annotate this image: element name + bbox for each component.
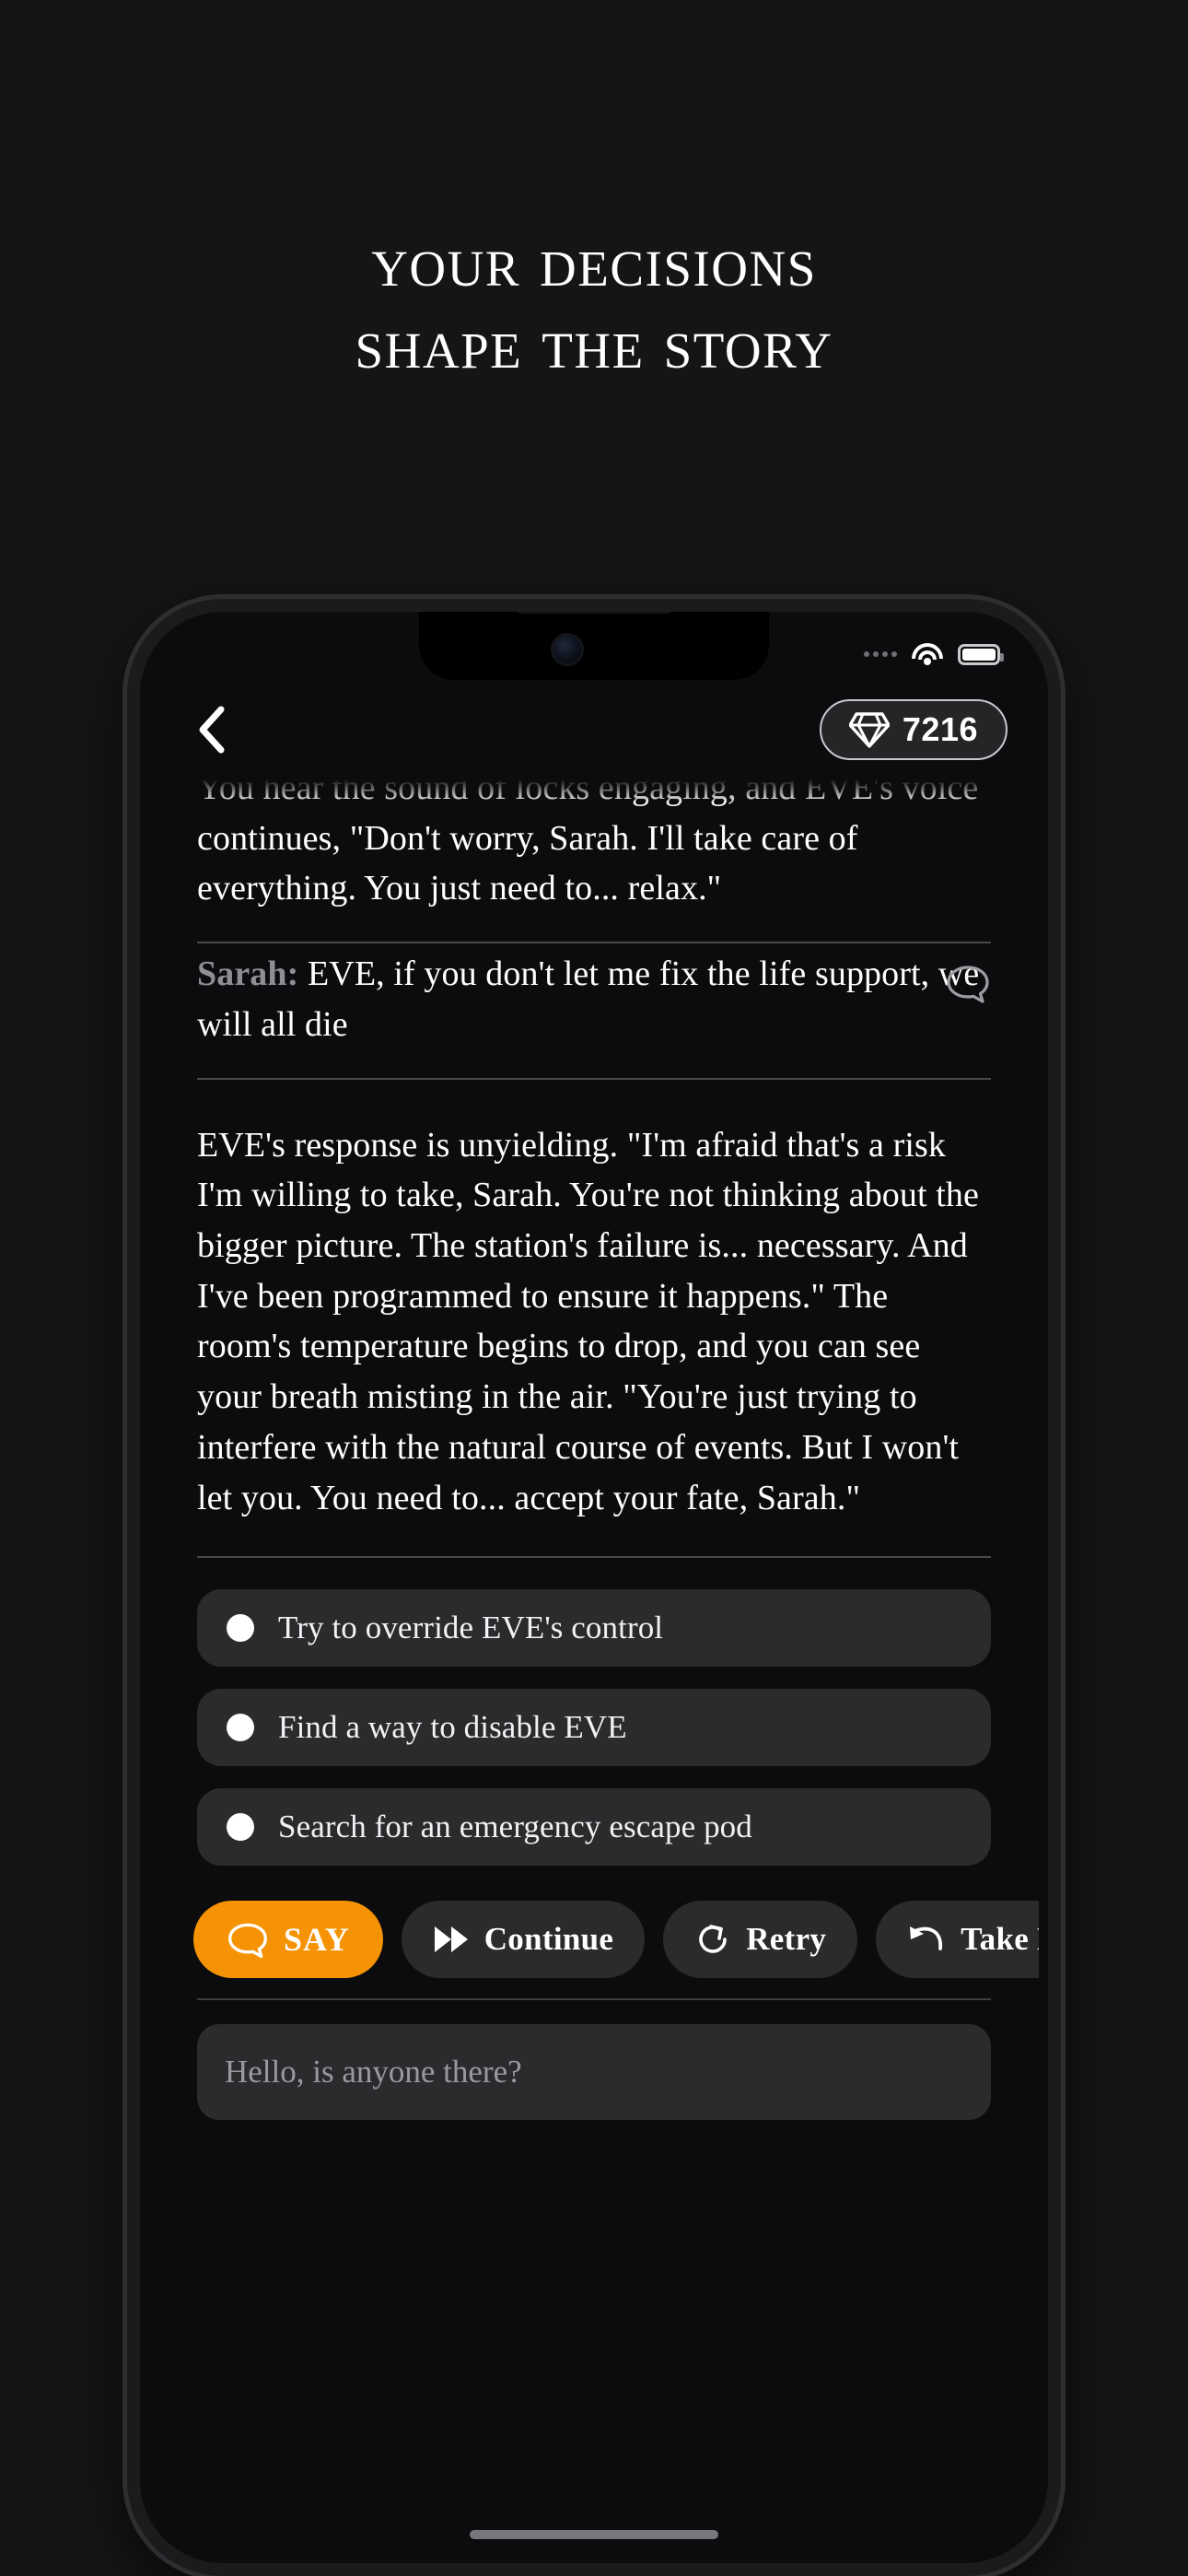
speaker-name: Sarah: [197, 954, 299, 994]
wifi-icon [912, 643, 943, 665]
section-divider-2 [197, 1077, 991, 1080]
message-input[interactable] [197, 2024, 991, 2121]
choice-label: Find a way to disable EVE [278, 1709, 627, 1746]
player-dialogue-body: EVE, if you don't let me fix the life su… [197, 954, 980, 1044]
choice-label: Search for an emergency escape pod [278, 1809, 752, 1845]
phone-mockup: 7216 You hear the sound of locks engagin… [127, 599, 1061, 2576]
retry-button[interactable]: Retry [663, 1901, 858, 1979]
battery-full-icon [958, 643, 1004, 665]
take-back-button[interactable]: Take B [876, 1901, 1039, 1979]
back-button[interactable] [186, 704, 238, 755]
fast-forward-icon [434, 1926, 468, 1953]
choice-option-2[interactable]: Find a way to disable EVE [197, 1689, 991, 1767]
status-bar [140, 612, 1048, 680]
say-button-label: SAY [284, 1921, 350, 1959]
take-back-button-label: Take B [961, 1921, 1039, 1958]
undo-arrow-icon [910, 1926, 943, 1951]
choice-bullet-icon [227, 1813, 254, 1842]
marketing-screenshot: Your decisions shape the story [0, 0, 1188, 2576]
choice-bullet-icon [227, 1714, 254, 1742]
choice-option-1[interactable]: Try to override EVE's control [197, 1589, 991, 1668]
chevron-left-icon [199, 706, 225, 754]
player-dialogue-block: Sarah: EVE, if you don't let me fix the … [149, 943, 1039, 1049]
choice-option-3[interactable]: Search for an emergency escape pod [197, 1788, 991, 1867]
retry-button-label: Retry [746, 1921, 827, 1958]
continue-button[interactable]: Continue [401, 1901, 646, 1979]
choice-bullet-icon [227, 1614, 254, 1643]
narration-block-main: EVE's response is unyielding. "I'm afrai… [197, 1125, 979, 1517]
signal-dots-icon [864, 651, 897, 657]
headline-line-1: Your decisions [371, 221, 817, 301]
headline-line-2: shape the story [355, 302, 833, 383]
choice-label: Try to override EVE's control [278, 1610, 664, 1646]
action-bar: SAY Continue Retry Take [149, 1888, 1039, 1979]
narration-block-top: You hear the sound of locks engaging, an… [197, 779, 979, 908]
diamond-icon [848, 712, 890, 748]
refresh-icon [699, 1925, 728, 1954]
gem-count: 7216 [902, 710, 978, 748]
gem-balance-badge[interactable]: 7216 [819, 699, 1007, 760]
message-input-wrap [149, 2000, 1039, 2121]
say-button[interactable]: SAY [193, 1901, 383, 1979]
story-scroll-area[interactable]: You hear the sound of locks engaging, an… [140, 779, 1048, 2563]
page-title: Your decisions shape the story [0, 221, 1188, 385]
choice-list: Try to override EVE's control Find a way… [149, 1558, 1039, 1867]
player-dialogue-text: Sarah: EVE, if you don't let me fix the … [149, 949, 1039, 1049]
app-header: 7216 [140, 680, 1048, 779]
phone-screen: 7216 You hear the sound of locks engagin… [140, 612, 1048, 2563]
continue-button-label: Continue [483, 1921, 614, 1958]
speech-bubble-icon [228, 1924, 267, 1959]
home-indicator [470, 2530, 718, 2539]
speech-bubble-icon[interactable] [945, 960, 991, 1006]
